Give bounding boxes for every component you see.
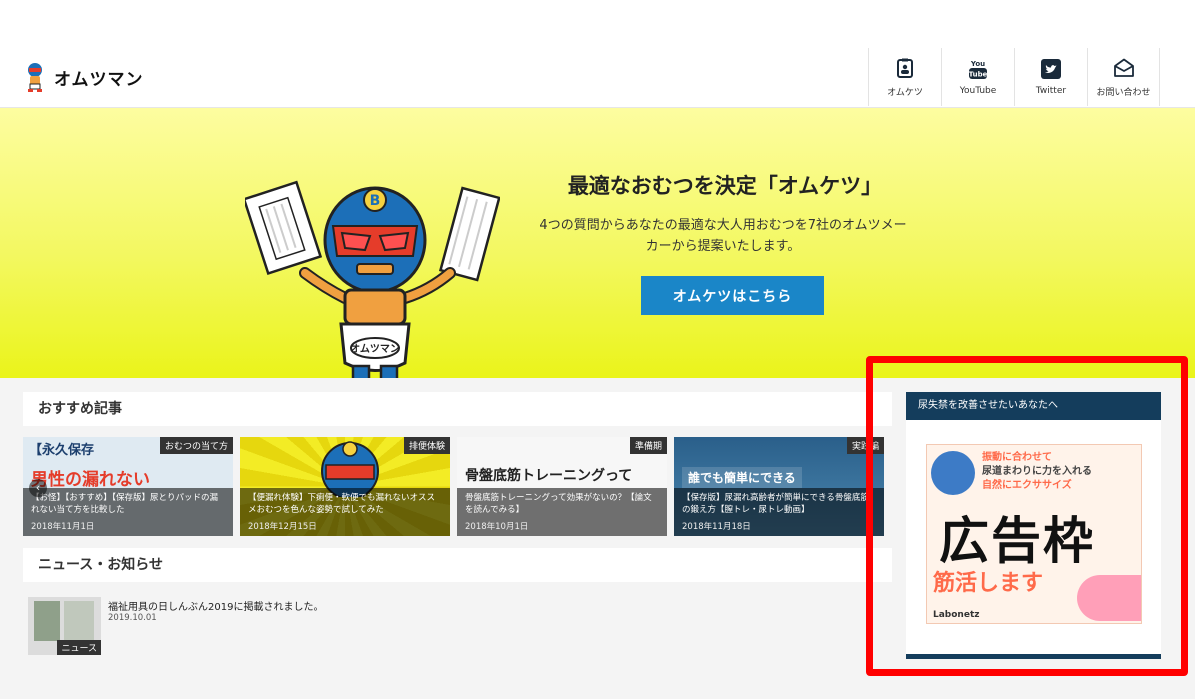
card-overlay: 骨盤底筋トレーニングって効果がないの？【論文を読んでみる】 2018年10月1日 bbox=[457, 488, 667, 536]
card-date: 2018年12月15日 bbox=[248, 522, 317, 532]
news-title[interactable]: 福祉用具の日しんぶん2019に掲載されました。 bbox=[108, 598, 323, 613]
ad-banner[interactable]: 振動に合わせて 尿道まわりに力を入れる 自然にエクササイズ 筋活します 広告枠 … bbox=[926, 444, 1142, 624]
nav-label: お問い合わせ bbox=[1096, 87, 1151, 98]
ad-brand: Labonetz bbox=[933, 610, 980, 620]
hero-desc-line: カーから提案いたします。 bbox=[645, 239, 801, 254]
article-card[interactable]: 骨盤底筋トレーニングって 準備期 骨盤底筋トレーニングって効果がないの？【論文を… bbox=[457, 437, 667, 536]
svg-text:Tube: Tube bbox=[969, 71, 988, 79]
mail-icon bbox=[1113, 57, 1135, 79]
thumbnail-image bbox=[64, 601, 94, 641]
news-item[interactable]: ニュース 福祉用具の日しんぶん2019に掲載されました。 2019.10.01 bbox=[28, 597, 888, 657]
sidebar-widget: 尿失禁を改善させたいあなたへ 振動に合わせて 尿道まわりに力を入れる 自然にエク… bbox=[906, 392, 1161, 659]
nav-item-omuketsu[interactable]: オムケツ bbox=[868, 48, 941, 106]
thumbnail-image bbox=[34, 601, 60, 641]
article-card[interactable]: 排便体験 【便漏れ体験】下痢便・軟便でも漏れないオススメおむつを色んな姿勢で試し… bbox=[240, 437, 450, 536]
news-thumbnail: ニュース bbox=[28, 597, 101, 655]
card-image-text: 誰でも簡単にできる bbox=[682, 467, 802, 488]
card-date: 2018年10月1日 bbox=[465, 522, 529, 532]
recommended-carousel: 男性の漏れない 【永久保存 おむつの当て方 【お怪】【おすすめ】【保存版】尿とり… bbox=[23, 437, 892, 536]
nav-label: オムケツ bbox=[887, 87, 923, 98]
nav-item-twitter[interactable]: Twitter bbox=[1014, 48, 1087, 106]
news-date: 2019.10.01 bbox=[108, 613, 157, 623]
card-title: 【保存版】尿漏れ高齢者が簡単にできる骨盤底筋の鍛え方【膣トレ・尿トレ動画】 bbox=[682, 493, 869, 515]
card-tag: 排便体験 bbox=[403, 437, 450, 454]
ad-headline-line: 自然にエクササイズ bbox=[982, 480, 1072, 491]
hero-desc-line: 4つの質問からあなたの最適な大人用おむつを7社のオムツメー bbox=[539, 218, 907, 233]
card-tag: おむつの当て方 bbox=[159, 437, 233, 454]
nav-item-youtube[interactable]: You Tube YouTube bbox=[941, 48, 1014, 106]
sidebar-footer-bar bbox=[906, 654, 1161, 659]
card-title: 骨盤底筋トレーニングって効果がないの？【論文を読んでみる】 bbox=[465, 493, 652, 515]
card-title: 【お怪】【おすすめ】【保存版】尿とりパッドの漏れない当て方を比較した bbox=[31, 493, 219, 515]
nav-label: YouTube bbox=[959, 86, 997, 96]
card-date: 2018年11月1日 bbox=[31, 522, 95, 532]
nav-label: Twitter bbox=[1035, 86, 1067, 96]
recommended-heading: おすすめ記事 bbox=[23, 392, 892, 426]
youtube-icon: You Tube bbox=[967, 58, 989, 80]
page: オムツマン オムケツ You Tube YouTube Twitter お問い合… bbox=[0, 0, 1195, 699]
hero-title: 最適なおむつを決定「オムケツ」 bbox=[567, 174, 883, 198]
header-nav: オムケツ You Tube YouTube Twitter お問い合わせ bbox=[868, 48, 1160, 106]
card-tag: 実践編 bbox=[846, 437, 884, 454]
omuketsu-cta-button[interactable]: オムケツはこちら bbox=[641, 276, 824, 315]
ad-placeholder-label: 広告枠 bbox=[939, 512, 1095, 570]
carousel-prev-icon[interactable]: ‹ bbox=[29, 479, 47, 497]
card-tag: 準備期 bbox=[629, 437, 667, 454]
card-image-text: 【永久保存 bbox=[29, 443, 95, 458]
ad-badge-icon bbox=[931, 451, 975, 495]
svg-text:You: You bbox=[970, 60, 985, 68]
mascot-logo-icon bbox=[28, 63, 42, 92]
nav-item-contact[interactable]: お問い合わせ bbox=[1087, 48, 1160, 106]
card-date: 2018年11月18日 bbox=[682, 522, 751, 532]
clipboard-icon bbox=[894, 57, 916, 79]
svg-text:B: B bbox=[370, 193, 381, 209]
article-card[interactable]: 誰でも簡単にできる 実践編 【保存版】尿漏れ高齢者が簡単にできる骨盤底筋の鍛え方… bbox=[674, 437, 884, 536]
article-card[interactable]: 男性の漏れない 【永久保存 おむつの当て方 【お怪】【おすすめ】【保存版】尿とり… bbox=[23, 437, 233, 536]
news-heading: ニュース・お知らせ bbox=[23, 548, 892, 582]
mascot-badge: オムツマン bbox=[350, 343, 400, 355]
site-header: オムツマン オムケツ You Tube YouTube Twitter お問い合… bbox=[0, 46, 1195, 108]
ad-product-image bbox=[1077, 575, 1141, 621]
card-overlay: 【保存版】尿漏れ高齢者が簡単にできる骨盤底筋の鍛え方【膣トレ・尿トレ動画】 20… bbox=[674, 488, 884, 536]
hero-banner: B オムツマン 最適なおむつを決定「オムケツ」 4つの質問からあなたの最適な大人… bbox=[0, 108, 1195, 409]
card-image-text: 男性の漏れない bbox=[31, 470, 150, 490]
news-badge: ニュース bbox=[57, 640, 101, 655]
ad-headline: 振動に合わせて 尿道まわりに力を入れる 自然にエクササイズ bbox=[982, 451, 1092, 493]
card-overlay: 【お怪】【おすすめ】【保存版】尿とりパッドの漏れない当て方を比較した 2018年… bbox=[23, 488, 233, 536]
card-overlay: 【便漏れ体験】下痢便・軟便でも漏れないオススメおむつを色んな姿勢で試してみた 2… bbox=[240, 488, 450, 536]
site-logo[interactable]: オムツマン bbox=[24, 62, 144, 92]
twitter-icon bbox=[1040, 58, 1062, 80]
card-title: 【便漏れ体験】下痢便・軟便でも漏れないオススメおむつを色んな姿勢で試してみた bbox=[248, 493, 436, 515]
hero-description: 4つの質問からあなたの最適な大人用おむつを7社のオムツメー カーから提案いたしま… bbox=[508, 215, 938, 257]
card-image-text: 骨盤底筋トレーニングって bbox=[465, 468, 633, 484]
ad-headline-line: 尿道まわりに力を入れる bbox=[982, 466, 1092, 477]
logo-text: オムツマン bbox=[54, 69, 144, 90]
ad-headline-line: 振動に合わせて bbox=[982, 452, 1052, 463]
sidebar-heading: 尿失禁を改善させたいあなたへ bbox=[906, 392, 1161, 420]
